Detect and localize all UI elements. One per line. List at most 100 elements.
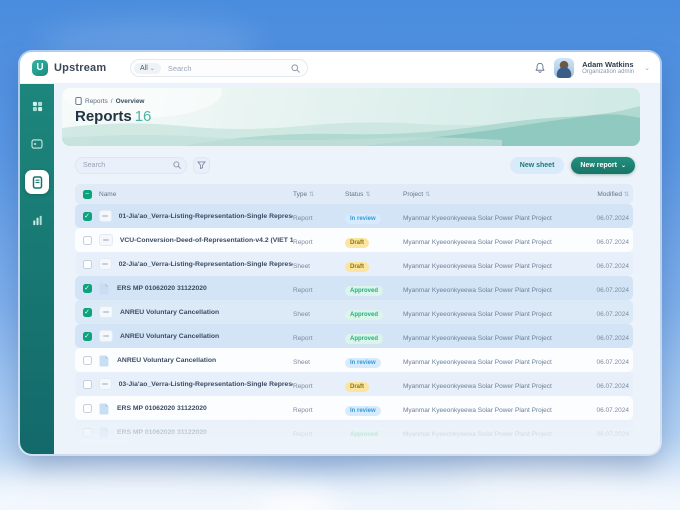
select-all-checkbox[interactable]: − (82, 189, 92, 199)
column-header-project[interactable]: Project ⇅ (403, 191, 573, 198)
row-checkbox[interactable]: ✓ (82, 283, 92, 293)
row-checkbox[interactable] (82, 235, 92, 245)
page-title: Reports 16 (75, 108, 152, 125)
project-name: Myanmar Kyeeonkyeewa Solar Power Plant P… (403, 335, 552, 342)
status-badge: Draft (345, 382, 370, 392)
report-type: Sheet (293, 359, 310, 366)
sidebar-item-dashboard[interactable] (25, 94, 49, 118)
modified-date: 06.07.2024 (596, 335, 629, 342)
notifications-bell-icon[interactable] (534, 62, 546, 74)
report-name[interactable]: 02-Jia'ao_Verra-Listing-Representation-S… (119, 261, 293, 268)
table-row[interactable]: 02-Jia'ao_Verra-Listing-Representation-S… (75, 252, 633, 276)
table-search-placeholder: Search (83, 161, 106, 169)
report-name[interactable]: 03-Jia'ao_Verra-Listing-Representation-S… (119, 381, 293, 388)
status-badge: In review (345, 214, 381, 224)
sidebar-item-reports[interactable] (25, 170, 49, 194)
report-name[interactable]: 01-Jia'ao_Verra-Listing-Representation-S… (119, 213, 293, 220)
search-placeholder: Search (167, 63, 192, 73)
main-content: Reports / Overview Reports 16 Search New… (54, 84, 660, 454)
sheet-thumbnail-icon (99, 378, 112, 390)
report-type: Sheet (293, 311, 310, 318)
table-row[interactable]: ERS MP 01062020 31122020 Report Approved My… (75, 420, 633, 444)
filter-button[interactable] (193, 156, 210, 174)
column-header-type[interactable]: Type ⇅ (293, 191, 345, 198)
top-bar: U Upstream All ⌄ Search Adam Watkins Org… (20, 52, 660, 84)
row-checkbox[interactable] (82, 259, 92, 269)
row-checkbox[interactable] (82, 379, 92, 389)
table-body: ✓ 01-Jia'ao_Verra-Listing-Representation-… (75, 204, 633, 444)
column-header-status[interactable]: Status ⇅ (345, 191, 403, 198)
modified-date: 06.07.2024 (596, 239, 629, 246)
modified-date: 06.07.2024 (596, 407, 629, 414)
row-checkbox[interactable]: ✓ (82, 211, 92, 221)
user-meta[interactable]: Adam Watkins Organization admin (582, 60, 634, 77)
new-report-button[interactable]: New report ⌄ (571, 156, 635, 174)
report-name[interactable]: ANREU Voluntary Cancellation (120, 309, 219, 316)
table-row[interactable]: ERS MP 01062020 31122020 Report In review M… (75, 396, 633, 420)
table-search-input[interactable]: Search (75, 156, 187, 174)
project-name: Myanmar Kyeeonkyeewa Solar Power Plant P… (403, 215, 552, 222)
status-badge: In review (345, 358, 381, 368)
status-badge: Approved (345, 430, 384, 440)
breadcrumb: Reports / Overview (75, 97, 145, 105)
global-search-input[interactable]: All ⌄ Search (130, 59, 308, 77)
table-row[interactable]: ✓ ANREU Voluntary Cancellation Sheet Approv… (75, 300, 633, 324)
status-badge: Approved (345, 286, 384, 296)
table-row[interactable]: 03-Jia'ao_Verra-Listing-Representation-S… (75, 372, 633, 396)
sheet-thumbnail-icon (99, 306, 113, 318)
sort-icon: ⇅ (309, 191, 315, 198)
file-icon (99, 283, 109, 294)
chevron-down-icon[interactable]: ⌄ (644, 64, 650, 72)
sheet-thumbnail-icon (99, 330, 113, 342)
search-icon (173, 161, 181, 169)
report-name[interactable]: ERS MP 01062020 31122020 (117, 285, 207, 292)
dashboard-grid-icon (32, 101, 42, 111)
report-name[interactable]: ERS MP 01062020 31122020 (117, 405, 207, 412)
analytics-bars-icon (32, 215, 42, 225)
file-icon (99, 427, 109, 438)
sort-icon: ⇅ (425, 191, 431, 198)
search-scope-dropdown[interactable]: All ⌄ (134, 62, 161, 74)
sidebar-item-cards[interactable] (25, 132, 49, 156)
report-type: Sheet (293, 263, 310, 270)
sheet-thumbnail-icon (99, 234, 113, 246)
table-row[interactable]: ✓ ANREU Voluntary Cancellation Report Appro… (75, 324, 633, 348)
status-badge: Approved (345, 334, 384, 344)
table-row[interactable]: ANREU Voluntary Cancellation Sheet In revi… (75, 348, 633, 372)
column-header-modified[interactable]: Modified ⇅ (573, 191, 633, 198)
breadcrumb-root[interactable]: Reports (85, 98, 108, 105)
table-row[interactable]: VCU-Conversion-Deed-of-Representation-v4… (75, 228, 633, 252)
reports-doc-icon (75, 97, 82, 105)
status-badge: In review (345, 406, 381, 416)
project-name: Myanmar Kyeeonkyeewa Solar Power Plant P… (403, 407, 552, 414)
row-checkbox[interactable]: ✓ (82, 331, 92, 341)
report-type: Report (293, 383, 313, 390)
user-role: Organization admin (582, 68, 635, 75)
cloud (460, 450, 680, 510)
sidebar-item-analytics[interactable] (25, 208, 49, 232)
row-checkbox[interactable] (82, 355, 92, 365)
report-name[interactable]: ANREU Voluntary Cancellation (117, 357, 216, 364)
sidebar (20, 84, 54, 454)
project-name: Myanmar Kyeeonkyeewa Solar Power Plant P… (403, 287, 552, 294)
row-checkbox[interactable]: ✓ (82, 307, 92, 317)
row-checkbox[interactable] (82, 427, 92, 437)
column-header-name[interactable]: Name (99, 191, 293, 198)
report-document-icon (32, 175, 42, 189)
report-type: Report (293, 215, 313, 222)
new-sheet-button[interactable]: New sheet (509, 156, 565, 174)
report-type: Report (293, 335, 313, 342)
table-header-row: − Name Type ⇅ Status ⇅ Project ⇅ Modified ⇅ (75, 184, 633, 204)
table-row[interactable]: ✓ ERS MP 01062020 31122020 Report Approved M… (75, 276, 633, 300)
project-name: Myanmar Kyeeonkyeewa Solar Power Plant P… (403, 311, 552, 318)
report-name[interactable]: ANREU Voluntary Cancellation (120, 333, 219, 340)
row-checkbox[interactable] (82, 403, 92, 413)
report-name[interactable]: ERS MP 01062020 31122020 (117, 429, 207, 436)
report-name[interactable]: VCU-Conversion-Deed-of-Representation-v4… (120, 237, 293, 244)
table-row[interactable]: ✓ 01-Jia'ao_Verra-Listing-Representation-… (75, 204, 633, 228)
breadcrumb-separator: / (110, 97, 113, 105)
project-name: Myanmar Kyeeonkyeewa Solar Power Plant P… (403, 359, 552, 366)
user-name: Adam Watkins (582, 59, 634, 69)
brand-name: Upstream (54, 61, 107, 74)
user-avatar[interactable] (554, 58, 575, 78)
